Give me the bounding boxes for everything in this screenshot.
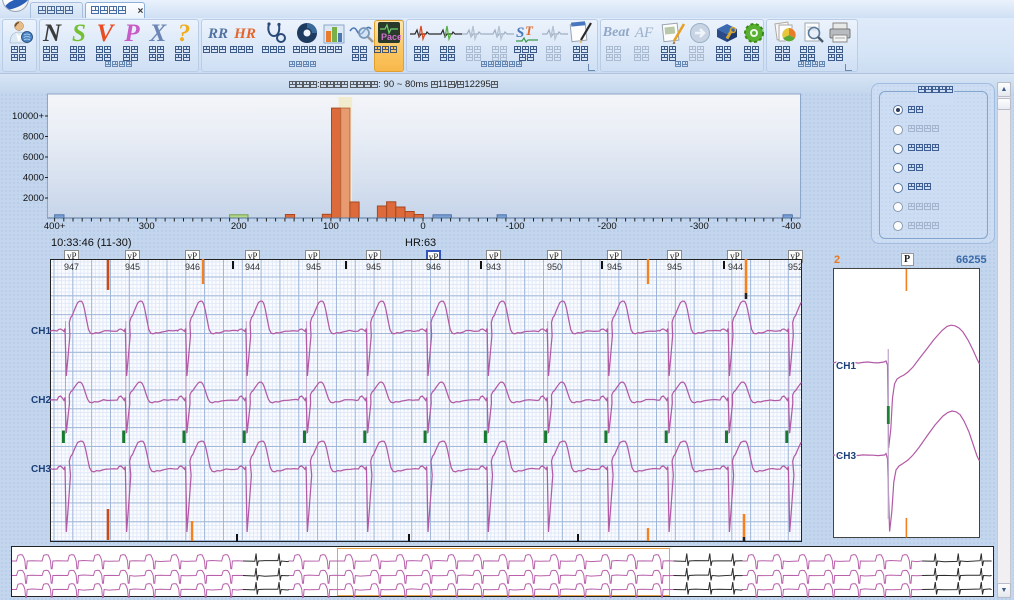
svg-text:945: 945 <box>306 262 321 272</box>
svg-text:952: 952 <box>788 262 803 272</box>
svg-text:943: 943 <box>486 262 501 272</box>
svg-text:CH2: CH2 <box>31 395 51 406</box>
svg-text:CH1: CH1 <box>836 361 856 372</box>
svg-text:946: 946 <box>185 262 200 272</box>
svg-text:946: 946 <box>426 262 441 272</box>
svg-text:950: 950 <box>547 262 562 272</box>
svg-text:944: 944 <box>728 262 743 272</box>
svg-text:947: 947 <box>64 262 79 272</box>
svg-text:945: 945 <box>366 262 381 272</box>
svg-text:CH3: CH3 <box>31 464 51 475</box>
svg-text:CH1: CH1 <box>31 326 51 337</box>
svg-text:945: 945 <box>607 262 622 272</box>
svg-text:944: 944 <box>245 262 260 272</box>
svg-text:945: 945 <box>125 262 140 272</box>
svg-text:CH3: CH3 <box>836 451 856 462</box>
svg-text:945: 945 <box>667 262 682 272</box>
